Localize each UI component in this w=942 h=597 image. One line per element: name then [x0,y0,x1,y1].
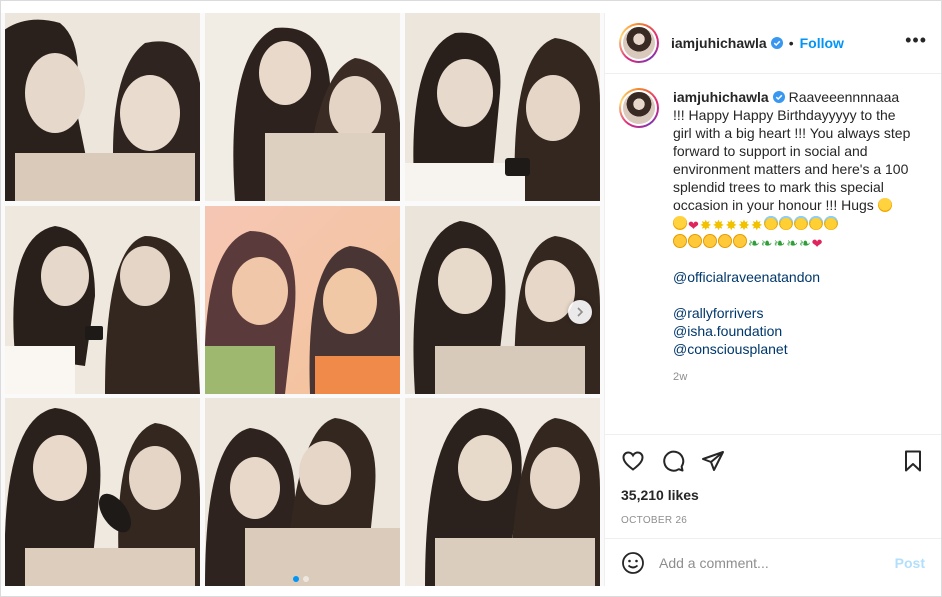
comments-list[interactable]: iamjuhichawla Raaveeennnnaaa !!! Happy H… [605,74,941,404]
photo-tile [405,206,600,394]
sparkle-emoji-icon: ✸ [699,217,712,233]
avatar[interactable] [619,23,659,63]
emoji-icon[interactable] [621,551,645,575]
carousel-dots [293,576,309,582]
heart-icon[interactable] [621,449,645,473]
star-eyes-emoji-icon [688,234,702,248]
avatar[interactable] [619,88,659,128]
star-eyes-emoji-icon [733,234,747,248]
halo-emoji-icon [808,216,823,230]
halo-emoji-icon [793,216,808,230]
photo-tile [205,13,400,201]
star-eyes-emoji-icon [673,234,687,248]
carousel-dot [303,576,309,582]
post-date: OCTOBER 26 [621,515,688,526]
leaf-emoji-icon: ❧ [798,235,811,251]
share-icon[interactable] [701,449,725,473]
photo-tile [5,398,200,586]
mention-link[interactable]: @consciousplanet [673,340,913,358]
heart-emoji-icon: ❤ [688,218,699,233]
post-sidebar: iamjuhichawla • Follow ••• iamjuhichawla… [604,13,941,586]
caption: iamjuhichawla Raaveeennnnaaa !!! Happy H… [619,88,927,386]
comment-composer: Post [605,538,941,586]
comment-icon[interactable] [661,449,685,473]
verified-badge-icon [770,37,783,49]
mention-link[interactable]: @officialraveenatandon [673,268,913,286]
separator-dot: • [788,35,794,51]
photo-tile [5,13,200,201]
leaf-emoji-icon: ❧ [786,235,798,251]
photo-tile [405,13,600,201]
mention-link[interactable]: @isha.foundation [673,322,913,340]
heart-emoji-icon: ❤ [811,236,823,251]
follow-button[interactable]: Follow [800,35,844,51]
post-actions: 35,210 likes OCTOBER 26 [605,434,941,526]
post-comment-button[interactable]: Post [895,555,925,571]
sparkle-emoji-icon: ✸ [738,217,750,233]
verified-badge-icon [772,91,785,103]
caption-username[interactable]: iamjuhichawla [673,89,769,105]
star-eyes-emoji-icon [703,234,717,248]
sparkle-emoji-icon: ✸ [750,217,763,233]
likes-count[interactable]: 35,210 likes [621,487,925,503]
mention-link[interactable]: @rallyforrivers [673,304,913,322]
leaf-emoji-icon: ❧ [760,235,773,251]
hug-emoji-icon [673,216,687,230]
halo-emoji-icon [823,216,838,230]
halo-emoji-icon [763,216,778,230]
post-image[interactable] [1,13,604,586]
post-modal: iamjuhichawla • Follow ••• iamjuhichawla… [0,0,942,597]
bookmark-icon[interactable] [901,449,925,473]
caption-timestamp[interactable]: 2w [673,368,913,386]
carousel-dot [293,576,299,582]
halo-emoji-icon [778,216,793,230]
post-header: iamjuhichawla • Follow ••• [605,13,941,74]
more-icon[interactable]: ••• [905,31,927,51]
caption-text: Raaveeennnnaaa !!! Happy Happy Birthdayy… [673,89,911,213]
sparkle-emoji-icon: ✸ [712,217,725,233]
star-eyes-emoji-icon [718,234,732,248]
photo-tile [405,398,600,586]
hug-emoji-icon [877,198,892,212]
leaf-emoji-icon: ❧ [773,235,786,251]
comment-input[interactable] [659,554,895,571]
photo-tile [205,398,400,586]
sparkle-emoji-icon: ✸ [725,217,738,233]
author-username[interactable]: iamjuhichawla [671,35,767,51]
chevron-right-icon [577,307,584,317]
photo-tile [5,206,200,394]
leaf-emoji-icon: ❧ [748,235,760,251]
next-slide-button[interactable] [568,300,592,324]
photo-tile [205,206,400,394]
